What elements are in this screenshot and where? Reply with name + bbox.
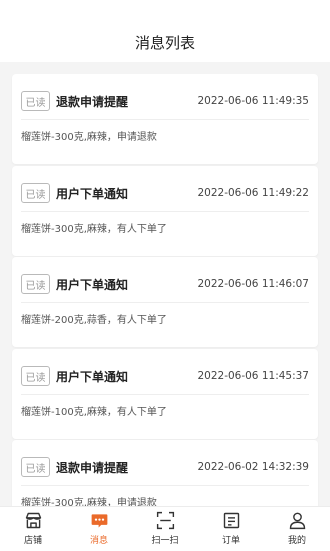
- tab-label: 我的: [287, 536, 306, 546]
- divider: [21, 485, 309, 486]
- tab-label: 订单: [221, 536, 240, 546]
- header-bar: 消息列表: [0, 0, 330, 62]
- message-desc: 榴莲饼-100克,麻辣，有人下单了: [21, 407, 167, 418]
- message-title: 用户下单通知: [56, 277, 129, 292]
- bottom-tab-bar: 店铺 消息 扫一扫 订单 我的: [0, 506, 330, 551]
- message-card[interactable]: 已读 用户下单通知 2022-06-06 11:45:37 榴莲饼-100克,麻…: [12, 349, 318, 439]
- divider: [21, 119, 309, 120]
- divider: [21, 211, 309, 212]
- tab-label: 扫一扫: [151, 536, 179, 546]
- order-icon: [223, 512, 239, 529]
- message-icon: [91, 514, 107, 528]
- divider: [21, 394, 309, 395]
- message-card[interactable]: 已读 退款申请提醒 2022-06-06 11:49:35 榴莲饼-300克,麻…: [12, 74, 318, 164]
- message-time: 2022-06-06 11:49:22: [197, 187, 309, 199]
- read-badge: 已读: [21, 274, 50, 294]
- message-time: 2022-06-06 11:49:35: [197, 95, 309, 107]
- message-time: 2022-06-06 11:45:37: [197, 370, 309, 382]
- divider: [21, 302, 309, 303]
- message-card[interactable]: 已读 退款申请提醒 2022-06-02 14:32:39 榴莲饼-300克,麻…: [12, 440, 318, 506]
- read-badge: 已读: [21, 366, 50, 386]
- message-title: 退款申请提醒: [56, 460, 129, 475]
- read-badge: 已读: [21, 457, 50, 477]
- scan-icon: [156, 511, 174, 530]
- message-desc: 榴莲饼-200克,蒜香，有人下单了: [21, 315, 167, 326]
- read-badge: 已读: [21, 183, 50, 203]
- tab-store[interactable]: 店铺: [0, 507, 66, 551]
- message-desc: 榴莲饼-300克,麻辣，申请退款: [21, 132, 157, 143]
- message-title: 退款申请提醒: [56, 94, 129, 109]
- tab-profile[interactable]: 我的: [264, 507, 330, 551]
- tab-label: 消息: [89, 536, 108, 546]
- message-card[interactable]: 已读 用户下单通知 2022-06-06 11:46:07 榴莲饼-200克,蒜…: [12, 257, 318, 347]
- store-icon: [25, 512, 41, 529]
- message-time: 2022-06-06 11:46:07: [197, 278, 309, 290]
- user-icon: [289, 512, 305, 530]
- tab-order[interactable]: 订单: [198, 507, 264, 551]
- message-title: 用户下单通知: [56, 369, 129, 384]
- message-desc: 榴莲饼-300克,麻辣，申请退款: [21, 498, 157, 506]
- message-time: 2022-06-02 14:32:39: [197, 461, 309, 473]
- message-desc: 榴莲饼-300克,麻辣，有人下单了: [21, 224, 167, 235]
- message-title: 用户下单通知: [56, 186, 129, 201]
- read-badge: 已读: [21, 91, 50, 111]
- tab-message[interactable]: 消息: [66, 507, 132, 551]
- message-card[interactable]: 已读 用户下单通知 2022-06-06 11:49:22 榴莲饼-300克,麻…: [12, 166, 318, 256]
- tab-scan[interactable]: 扫一扫: [132, 507, 198, 551]
- page-title: 消息列表: [134, 34, 195, 52]
- tab-label: 店铺: [23, 536, 42, 546]
- message-list[interactable]: 已读 退款申请提醒 2022-06-06 11:49:35 榴莲饼-300克,麻…: [0, 62, 330, 506]
